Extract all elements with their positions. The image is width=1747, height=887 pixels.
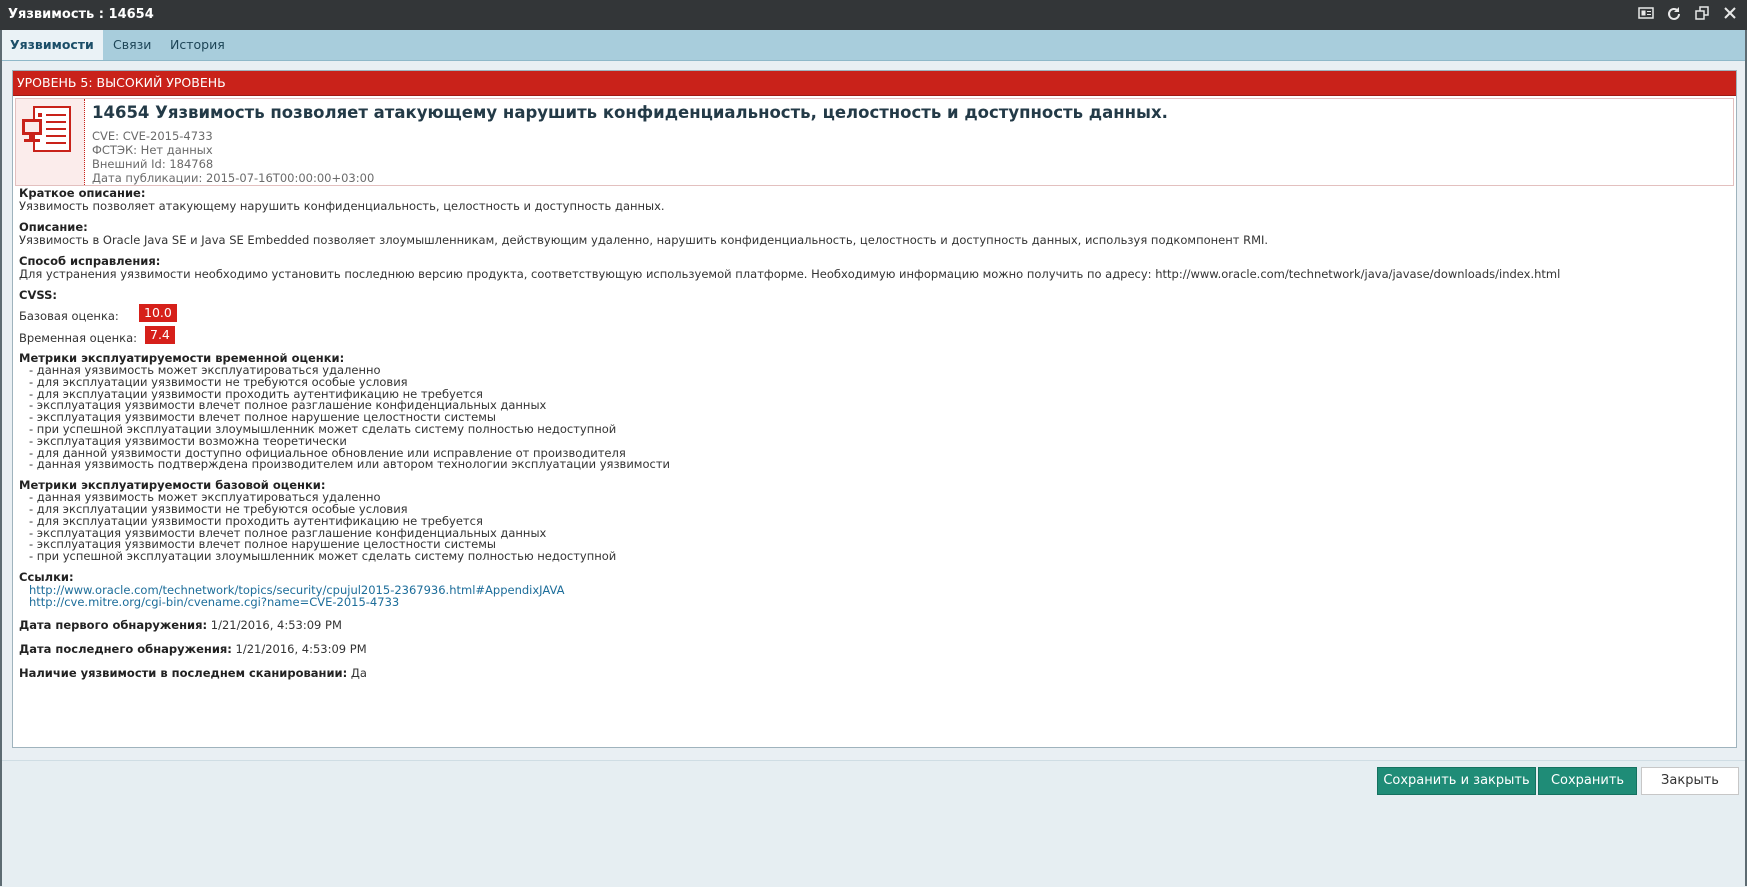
in-last-scan-value: Да	[350, 665, 367, 680]
links-title: Ссылки:	[19, 569, 74, 584]
vulnerability-panel: УРОВЕНЬ 5: ВЫСОКИЙ УРОВЕНЬ 14654 Уязвимо…	[12, 70, 1737, 748]
temporal-metrics-list: - данная уязвимость может эксплуатироват…	[19, 364, 1730, 472]
id-card-icon[interactable]	[1637, 6, 1655, 24]
tab-relations[interactable]: Связи	[103, 30, 161, 60]
links-section: Ссылки: http://www.oracle.com/technetwor…	[19, 569, 1730, 608]
short-description-text: Уязвимость позволяет атакующему нарушить…	[19, 199, 665, 213]
first-detected-row: Дата первого обнаружения: 1/21/2016, 4:5…	[19, 617, 1730, 632]
window-titlebar: Уязвимость : 14654	[0, 0, 1747, 30]
tab-history[interactable]: История	[160, 30, 235, 60]
external-id-line: Внешний Id: 184768	[92, 157, 214, 171]
tab-vulnerabilities[interactable]: Уязвимости	[0, 30, 103, 60]
cve-line: CVE: CVE-2015-4733	[92, 129, 213, 143]
base-score-row: Базовая оценка: 10.0	[19, 304, 1730, 326]
vulnerability-header: 14654 Уязвимость позволяет атакующему на…	[15, 98, 1734, 186]
cvss-section: CVSS: Базовая оценка: 10.0 Временная оце…	[19, 289, 1730, 348]
window-left-border	[0, 30, 2, 886]
fix-text: Для устранения уязвимости необходимо уст…	[19, 267, 1561, 281]
published-date-line: Дата публикации: 2015-07-16T00:00:00+03:…	[92, 171, 375, 185]
in-last-scan-label: Наличие уязвимости в последнем сканирова…	[19, 665, 348, 680]
fstek-line: ФСТЭК: Нет данных	[92, 143, 213, 157]
temporal-score-badge: 7.4	[145, 326, 175, 344]
close-button[interactable]: Закрыть	[1641, 767, 1739, 795]
vulnerability-details: Краткое описание: Уязвимость позволяет а…	[19, 187, 1730, 680]
base-metrics-list: - данная уязвимость может эксплуатироват…	[19, 491, 1730, 564]
dialog-footer: Сохранить и закрыть Сохранить Закрыть	[0, 760, 1747, 887]
temporal-metrics-section: Метрики эксплуатируемости временной оцен…	[19, 352, 1730, 471]
close-icon[interactable]	[1721, 6, 1739, 24]
vulnerability-meta: CVE: CVE-2015-4733 ФСТЭК: Нет данных Вне…	[92, 129, 1168, 185]
base-score-label: Базовая оценка:	[19, 309, 119, 323]
vulnerability-document-icon	[16, 99, 85, 185]
last-detected-row: Дата последнего обнаружения: 1/21/2016, …	[19, 641, 1730, 656]
short-description-section: Краткое описание: Уязвимость позволяет а…	[19, 187, 1730, 213]
restore-window-icon[interactable]	[1693, 6, 1711, 24]
base-metrics-section: Метрики эксплуатируемости базовой оценки…	[19, 479, 1730, 563]
temporal-score-label: Временная оценка:	[19, 331, 137, 345]
in-last-scan-row: Наличие уязвимости в последнем сканирова…	[19, 665, 1730, 680]
vulnerability-header-text: 14654 Уязвимость позволяет атакующему на…	[92, 103, 1168, 185]
refresh-icon[interactable]	[1665, 6, 1683, 24]
fix-section: Способ исправления: Для устранения уязви…	[19, 255, 1730, 281]
list-item: - при успешной эксплуатации злоумышленни…	[29, 549, 617, 564]
save-and-close-button[interactable]: Сохранить и закрыть	[1377, 767, 1536, 795]
temporal-score-row: Временная оценка: 7.4	[19, 326, 1730, 348]
window-title: Уязвимость : 14654	[8, 7, 154, 22]
first-detected-value: 1/21/2016, 4:53:09 PM	[210, 617, 342, 632]
reference-link-mitre[interactable]: http://cve.mitre.org/cgi-bin/cvename.cgi…	[19, 596, 1730, 608]
severity-banner: УРОВЕНЬ 5: ВЫСОКИЙ УРОВЕНЬ	[13, 71, 1736, 96]
list-item: - данная уязвимость подтверждена произво…	[29, 457, 671, 472]
vulnerability-title: 14654 Уязвимость позволяет атакующему на…	[92, 103, 1168, 122]
base-score-badge: 10.0	[139, 304, 177, 322]
save-button[interactable]: Сохранить	[1538, 767, 1637, 795]
last-detected-label: Дата последнего обнаружения:	[19, 641, 232, 656]
description-section: Описание: Уязвимость в Oracle Java SE и …	[19, 221, 1730, 247]
first-detected-label: Дата первого обнаружения:	[19, 617, 208, 632]
last-detected-value: 1/21/2016, 4:53:09 PM	[235, 641, 367, 656]
tab-bar: Уязвимости Связи История	[0, 30, 1747, 61]
window-controls	[1637, 6, 1739, 24]
cvss-title: CVSS:	[19, 288, 57, 302]
description-text: Уязвимость в Oracle Java SE и Java SE Em…	[19, 233, 1269, 247]
